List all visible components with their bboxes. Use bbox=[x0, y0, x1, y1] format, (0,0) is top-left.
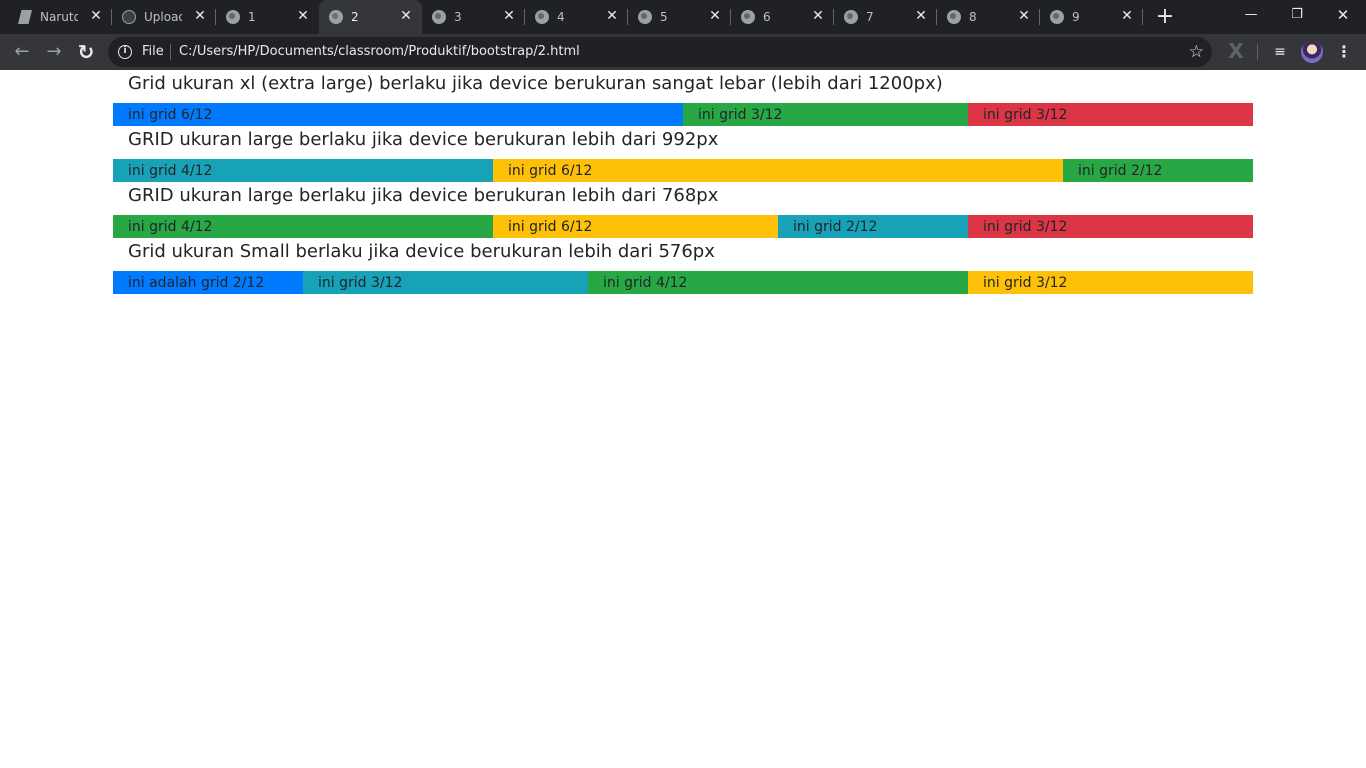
tab-4[interactable]: 4 ✕ bbox=[525, 0, 628, 34]
close-icon[interactable]: ✕ bbox=[1016, 8, 1032, 24]
close-icon[interactable]: ✕ bbox=[707, 8, 723, 24]
media-control-icon[interactable]: ≡ bbox=[1268, 38, 1292, 66]
grid-cell: ini adalah grid 2/12 bbox=[113, 271, 303, 294]
section-heading-xl: Grid ukuran xl (extra large) berlaku jik… bbox=[128, 73, 943, 94]
grid-cell: ini grid 3/12 bbox=[968, 215, 1253, 238]
grid-cell: ini grid 6/12 bbox=[493, 215, 778, 238]
grid-cell: ini grid 3/12 bbox=[968, 103, 1253, 126]
close-window-button[interactable]: ✕ bbox=[1320, 0, 1366, 30]
tab-title: 6 bbox=[763, 10, 771, 24]
grid-row-xl: ini grid 6/12 ini grid 3/12 ini grid 3/1… bbox=[113, 103, 1253, 126]
tab-2-active[interactable]: 2 ✕ bbox=[319, 0, 422, 34]
tab-8[interactable]: 8 ✕ bbox=[937, 0, 1040, 34]
forward-button[interactable]: → bbox=[40, 38, 68, 66]
address-bar[interactable]: i File C:/Users/HP/Documents/classroom/P… bbox=[108, 37, 1212, 67]
document-icon bbox=[18, 10, 32, 24]
grid-cell: ini grid 2/12 bbox=[1063, 159, 1253, 182]
close-icon[interactable]: ✕ bbox=[295, 8, 311, 24]
grid-cell: ini grid 4/12 bbox=[113, 159, 493, 182]
globe-icon bbox=[741, 10, 755, 24]
tab-title: 4 bbox=[557, 10, 565, 24]
grid-container: Grid ukuran xl (extra large) berlaku jik… bbox=[113, 70, 1253, 294]
grid-cell: ini grid 6/12 bbox=[493, 159, 1063, 182]
tab-upload[interactable]: Upload ✕ bbox=[112, 0, 216, 34]
tab-title: Naruto bbox=[40, 10, 78, 24]
scheme-label: File bbox=[142, 44, 164, 59]
grid-cell: ini grid 6/12 bbox=[113, 103, 683, 126]
grid-row-md: ini grid 4/12 ini grid 6/12 ini grid 2/1… bbox=[113, 215, 1253, 238]
section-heading-lg: GRID ukuran large berlaku jika device be… bbox=[128, 129, 719, 150]
close-icon[interactable]: ✕ bbox=[810, 8, 826, 24]
grid-cell: ini grid 2/12 bbox=[778, 215, 968, 238]
close-icon[interactable]: ✕ bbox=[398, 8, 414, 24]
close-icon[interactable]: ✕ bbox=[501, 8, 517, 24]
tab-strip: Naruto ✕ Upload ✕ 1 ✕ 2 ✕ 3 ✕ 4 ✕ 5 ✕ 6 bbox=[0, 0, 1366, 34]
back-button[interactable]: ← bbox=[8, 38, 36, 66]
tab-title: 5 bbox=[660, 10, 668, 24]
grid-cell: ini grid 4/12 bbox=[588, 271, 968, 294]
globe-icon bbox=[1050, 10, 1064, 24]
globe-icon bbox=[947, 10, 961, 24]
new-tab-button[interactable]: + bbox=[1152, 4, 1178, 30]
restore-button[interactable]: ❐ bbox=[1274, 0, 1320, 30]
tab-naruto[interactable]: Naruto ✕ bbox=[8, 0, 112, 34]
close-icon[interactable]: ✕ bbox=[88, 8, 104, 24]
grid-cell: ini grid 3/12 bbox=[683, 103, 968, 126]
globe-icon bbox=[638, 10, 652, 24]
tab-title: 8 bbox=[969, 10, 977, 24]
globe-icon bbox=[432, 10, 446, 24]
tab-title: 1 bbox=[248, 10, 256, 24]
bookmark-star-icon[interactable]: ☆ bbox=[1189, 41, 1204, 63]
tab-divider bbox=[1142, 9, 1143, 25]
tab-1[interactable]: 1 ✕ bbox=[216, 0, 319, 34]
url-text[interactable]: C:/Users/HP/Documents/classroom/Produkti… bbox=[179, 44, 580, 59]
section-heading-sm: Grid ukuran Small berlaku jika device be… bbox=[128, 241, 715, 262]
close-icon[interactable]: ✕ bbox=[192, 8, 208, 24]
menu-icon[interactable]: ⋮ bbox=[1332, 38, 1356, 66]
section-heading-md: GRID ukuran large berlaku jika device be… bbox=[128, 185, 719, 206]
reload-button[interactable]: ↻ bbox=[72, 38, 100, 66]
grid-cell: ini grid 3/12 bbox=[968, 271, 1253, 294]
tab-9[interactable]: 9 ✕ bbox=[1040, 0, 1143, 34]
tab-7[interactable]: 7 ✕ bbox=[834, 0, 937, 34]
tab-title: 7 bbox=[866, 10, 874, 24]
grid-cell: ini grid 4/12 bbox=[113, 215, 493, 238]
close-icon[interactable]: ✕ bbox=[913, 8, 929, 24]
github-icon bbox=[122, 10, 136, 24]
extension-icon[interactable]: X bbox=[1226, 38, 1246, 64]
close-icon[interactable]: ✕ bbox=[604, 8, 620, 24]
globe-icon bbox=[329, 10, 343, 24]
grid-row-lg: ini grid 4/12 ini grid 6/12 ini grid 2/1… bbox=[113, 159, 1253, 182]
info-icon[interactable]: i bbox=[118, 45, 132, 59]
close-icon[interactable]: ✕ bbox=[1119, 8, 1135, 24]
tab-6[interactable]: 6 ✕ bbox=[731, 0, 834, 34]
grid-cell: ini grid 3/12 bbox=[303, 271, 588, 294]
tab-title: 2 bbox=[351, 10, 359, 24]
browser-toolbar: ← → ↻ i File C:/Users/HP/Documents/class… bbox=[0, 34, 1366, 70]
grid-row-sm: ini adalah grid 2/12 ini grid 3/12 ini g… bbox=[113, 271, 1253, 294]
tab-title: 3 bbox=[454, 10, 462, 24]
minimize-button[interactable]: — bbox=[1228, 0, 1274, 30]
tab-title: Upload bbox=[144, 10, 182, 24]
page-content: Grid ukuran xl (extra large) berlaku jik… bbox=[0, 70, 1366, 768]
tab-3[interactable]: 3 ✕ bbox=[422, 0, 525, 34]
profile-avatar[interactable] bbox=[1301, 41, 1323, 63]
tab-5[interactable]: 5 ✕ bbox=[628, 0, 731, 34]
toolbar-divider bbox=[1257, 44, 1258, 60]
tab-title: 9 bbox=[1072, 10, 1080, 24]
globe-icon bbox=[844, 10, 858, 24]
omnibox-divider bbox=[170, 44, 171, 60]
globe-icon bbox=[535, 10, 549, 24]
globe-icon bbox=[226, 10, 240, 24]
